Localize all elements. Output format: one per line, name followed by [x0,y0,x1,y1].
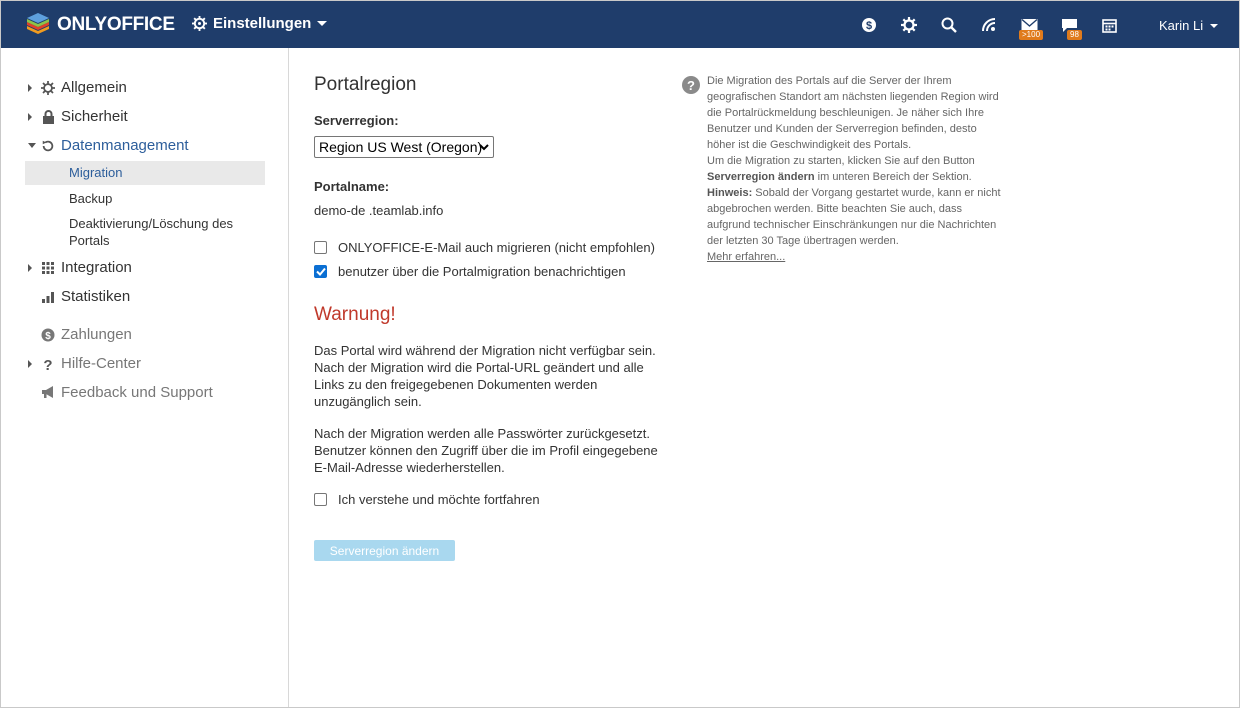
svg-text:$: $ [45,331,51,342]
module-menu[interactable]: Einstellungen [192,15,328,32]
chevron-down-icon [28,143,36,148]
checkbox-box[interactable] [314,265,327,278]
checkmark-icon [315,267,326,276]
sidebar-item-sicherheit[interactable]: Sicherheit [28,108,128,125]
sidebar-item-feedback[interactable]: Feedback und Support [28,384,213,401]
portal-name-value: demo-de .teamlab.info [314,203,444,218]
sidebar-item-statistiken[interactable]: Statistiken [28,288,130,305]
chevron-right-icon [28,83,32,92]
svg-text:?: ? [43,357,52,371]
logo-text: ONLYOFFICE [57,14,175,35]
help-text-button-name: Serverregion ändern [707,171,815,183]
portal-name-label: Portalname: [314,179,390,194]
sidebar-item-allgemein[interactable]: Allgemein [28,79,127,96]
confirm-checkbox[interactable]: Ich verstehe und möchte fortfahren [314,492,540,507]
megaphone-icon [40,385,56,401]
sidebar-item-label: Integration [61,259,132,276]
migrate-mail-label: ONLYOFFICE-E-Mail auch migrieren (nicht … [338,240,655,255]
sidebar-item-hilfe-center[interactable]: ? Hilfe-Center [28,355,141,372]
sidebar-item-zahlungen[interactable]: $ Zahlungen [28,326,132,343]
help-note-text: Sobald der Vorgang gestartet wurde, kann… [707,187,1001,247]
user-name: Karin Li [1159,18,1204,33]
sidebar-item-label: Statistiken [61,288,131,305]
help-text-section: im unteren Bereich der Sektion. [817,171,972,183]
sidebar-item-datenmanagement[interactable]: Datenmanagement [28,137,189,154]
sidebar-subitem-label: Migration [69,165,123,180]
top-bar: ONLYOFFICE Einstellungen $ >100 98 Karin… [1,1,1239,48]
logo[interactable]: ONLYOFFICE [25,12,175,38]
notify-users-label: benutzer über die Portalmigration benach… [338,264,626,279]
help-note-label: Hinweis: [707,187,753,199]
sidebar-subitem-label: Deaktivierung/Löschung des Portals [69,216,234,248]
feed-icon[interactable] [979,15,999,35]
sidebar-item-label: Feedback und Support [61,384,213,401]
sidebar-item-label: Allgemein [61,79,127,96]
chevron-down-icon [1210,23,1219,28]
migrate-mail-checkbox[interactable]: ONLYOFFICE-E-Mail auch migrieren (nicht … [314,240,655,255]
confirm-label: Ich verstehe und möchte fortfahren [338,492,540,507]
change-region-button[interactable]: Serverregion ändern [314,540,455,561]
logo-icon [27,13,49,34]
calendar-icon[interactable] [1099,15,1119,35]
payment-icon[interactable]: $ [859,15,879,35]
chevron-right-icon [28,263,32,272]
sidebar-item-label: Sicherheit [61,108,128,125]
talk-badge: 98 [1067,30,1082,40]
svg-text:$: $ [866,20,872,32]
restore-icon [40,138,56,154]
dollar-icon: $ [40,327,56,343]
warning-paragraph-1: Das Portal wird während der Migration ni… [314,343,656,409]
server-region-label: Serverregion: [314,113,399,128]
checkbox-box[interactable] [314,241,327,254]
help-text-intro: Die Migration des Portals auf die Server… [707,75,999,151]
search-icon[interactable] [939,15,959,35]
user-menu[interactable]: Karin Li [1159,18,1219,33]
grid-icon [40,260,56,276]
help-text-start: Um die Migration zu starten, klicken Sie… [707,155,975,167]
chevron-down-icon [317,21,328,26]
lock-icon [40,109,56,125]
sidebar-subitem-deaktivierung[interactable]: Deaktivierung/Löschung des Portals [25,215,255,249]
warning-paragraph-2: Nach der Migration werden alle Passwörte… [314,426,658,475]
question-icon: ? [40,356,56,372]
sidebar-subitem-migration[interactable]: Migration [25,161,265,185]
sidebar-subitem-label: Backup [69,191,113,206]
warning-title: Warnung! [314,304,396,325]
sidebar-item-label: Hilfe-Center [61,355,142,372]
checkbox-box[interactable] [314,493,327,506]
server-region-select[interactable]: Region US West (Oregon) [314,136,494,158]
chevron-down-icon [479,144,489,151]
gear-icon [192,16,207,31]
chevron-right-icon [28,112,32,121]
gear-icon [40,80,56,96]
chevron-right-icon [28,359,32,368]
notify-users-checkbox[interactable]: benutzer über die Portalmigration benach… [314,264,626,279]
help-text: Die Migration des Portals auf die Server… [707,73,1007,265]
sidebar-item-integration[interactable]: Integration [28,259,132,276]
sidebar-subitem-backup[interactable]: Backup [25,190,265,207]
settings-icon[interactable] [899,15,919,35]
server-region-value: Region US West (Oregon) [319,139,483,155]
sidebar-item-label: Zahlungen [61,326,132,343]
bar-chart-icon [40,289,56,305]
module-label: Einstellungen [213,15,312,32]
learn-more-link[interactable]: Mehr erfahren... [707,251,785,263]
sidebar-item-label: Datenmanagement [61,137,189,154]
mail-badge: >100 [1019,30,1044,40]
help-icon: ? [682,76,700,94]
page-title: Portalregion [314,74,417,95]
